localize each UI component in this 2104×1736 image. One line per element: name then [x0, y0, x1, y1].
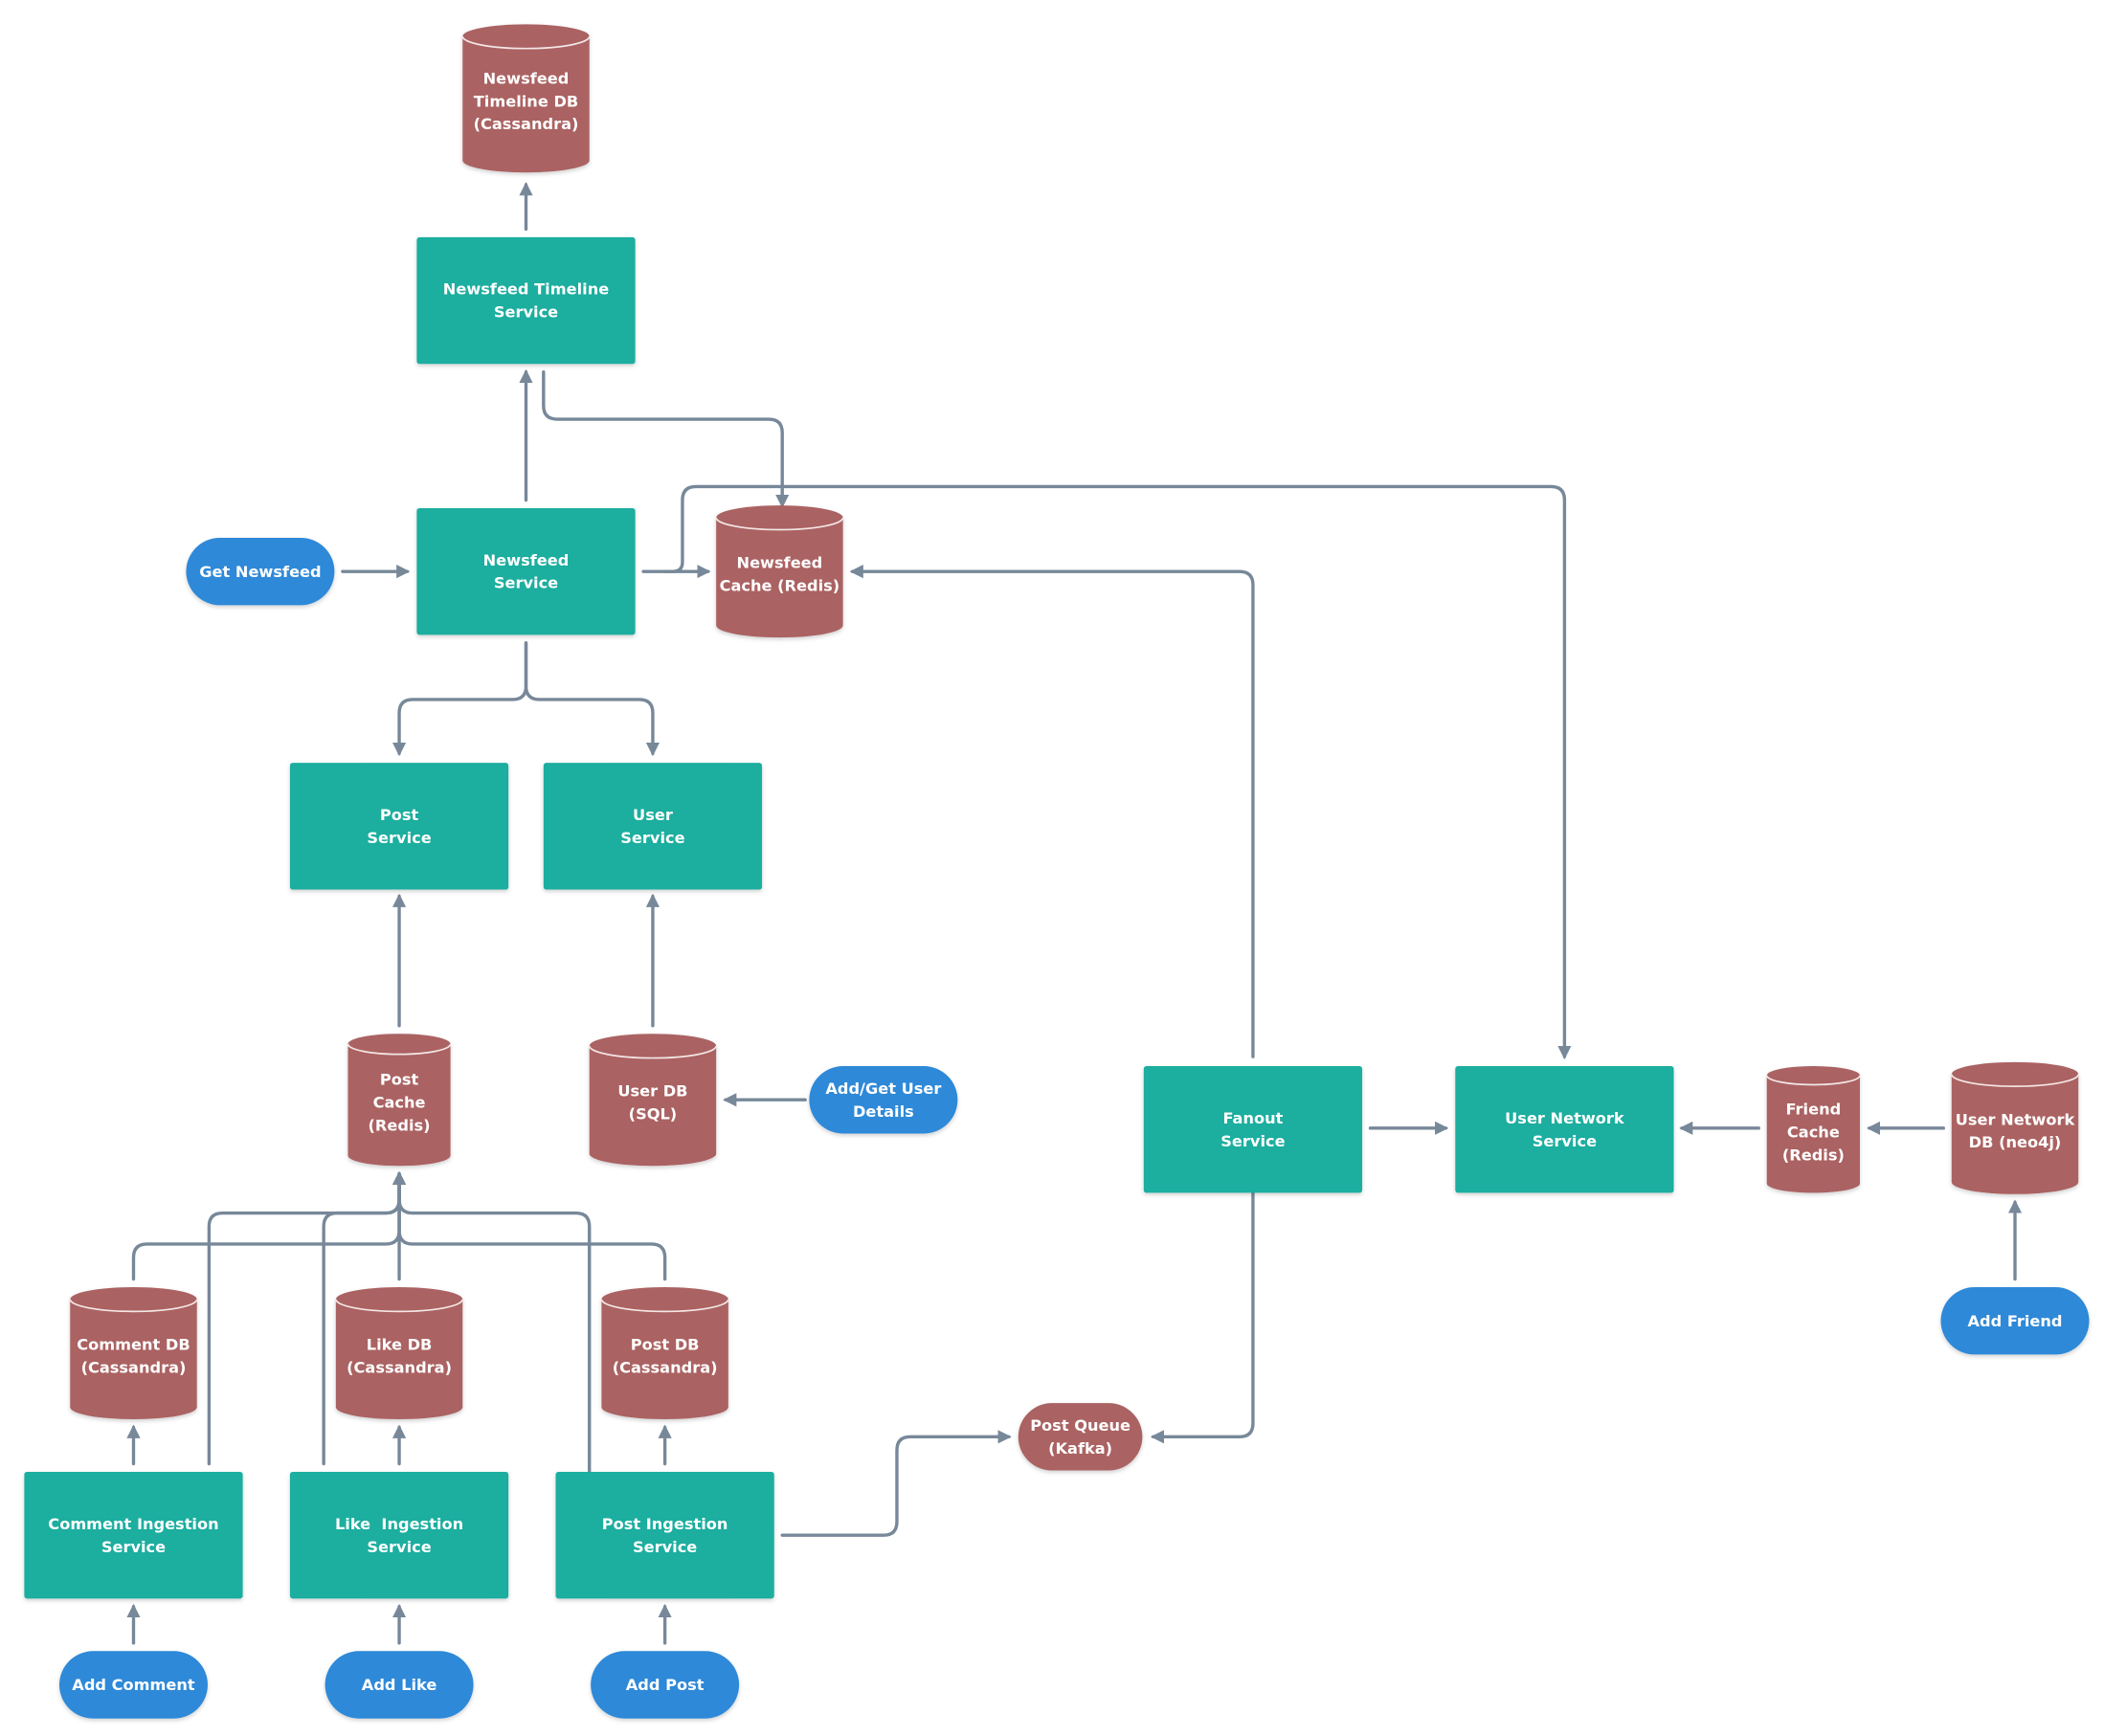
post-service-label-line: Post	[380, 806, 419, 824]
friend-cache-label-line: Friend	[1786, 1101, 1842, 1119]
newsfeed-service-label-line: Newsfeed	[483, 551, 570, 569]
friend-cache-label-line: Cache	[1787, 1124, 1840, 1142]
like-ingestion-label-line: Like Ingestion	[335, 1515, 463, 1533]
connector-newsfeed-service-to-post-service	[392, 641, 528, 757]
like-db-label-line: Like DB	[367, 1336, 433, 1354]
user-network-service-label-line: Service	[1533, 1132, 1597, 1150]
timeline-service-label-line: Newsfeed Timeline	[443, 280, 609, 299]
post-service-box: Post Service	[289, 763, 509, 890]
service-box-shape	[555, 1471, 774, 1599]
add-friend-label-line: Add Friend	[1968, 1312, 2063, 1330]
user-network-db-label-line: DB (neo4j)	[1969, 1133, 2062, 1151]
newsfeed-service-label-line: Service	[494, 574, 558, 592]
add-friend-button[interactable]: Add Friend	[1940, 1287, 2090, 1355]
like-db-label-line: (Cassandra)	[347, 1358, 452, 1376]
post-cache-database: Post Cache (Redis)	[347, 1034, 452, 1167]
post-cache-label-line: Cache	[373, 1094, 426, 1112]
comment-ingestion-label-line: Service	[101, 1538, 166, 1556]
post-db-label-line: (Cassandra)	[613, 1358, 718, 1376]
comment-ingestion-label-line: Comment Ingestion	[48, 1515, 218, 1533]
post-ingestion-label-line: Service	[633, 1538, 697, 1556]
connector-newsfeed-service-to-user-service	[524, 641, 660, 757]
user-service-box: User Service	[543, 763, 763, 890]
add-get-user-label-line: Details	[853, 1102, 914, 1121]
post-queue-label-line: (Kafka)	[1048, 1439, 1112, 1458]
add-comment-label-line: Add Comment	[72, 1676, 195, 1694]
post-cache-label-line: (Redis)	[369, 1117, 431, 1135]
add-get-user-button[interactable]: Add/Get User Details	[809, 1066, 958, 1134]
user-db-database: User DB (SQL)	[588, 1034, 718, 1167]
newsfeed-cache-database: Newsfeed Cache (Redis)	[715, 505, 844, 638]
post-service-label-line: Service	[367, 829, 431, 847]
add-like-button[interactable]: Add Like	[325, 1651, 474, 1719]
timeline-db-label-line: Timeline DB	[474, 92, 578, 110]
connector-post-db-to-post-cache	[392, 1170, 667, 1281]
newsfeed-service-box: Newsfeed Service	[416, 507, 636, 635]
fanout-service-label-line: Service	[1220, 1132, 1285, 1150]
service-box-shape	[416, 236, 636, 365]
service-box-shape	[543, 763, 763, 890]
nodes: NewsfeedTimeline DB(Cassandra)Newsfeed T…	[24, 24, 2090, 1719]
timeline-service-box: Newsfeed Timeline Service	[416, 236, 636, 365]
add-like-label-line: Add Like	[362, 1676, 437, 1694]
service-box-shape	[24, 1471, 243, 1599]
get-newsfeed-button[interactable]: Get Newsfeed	[186, 537, 335, 606]
newsfeed-cache-label-line: Cache (Redis)	[720, 577, 840, 595]
service-box-shape	[416, 507, 636, 635]
post-db-database: Post DB (Cassandra)	[600, 1287, 729, 1420]
timeline-db-label-line: (Cassandra)	[474, 115, 579, 133]
comment-db-database: Comment DB (Cassandra)	[69, 1287, 198, 1420]
user-service-label-line: Service	[620, 829, 684, 847]
post-cache-label-line: Post	[380, 1071, 419, 1089]
connector-comment-db-to-post-cache	[131, 1170, 407, 1281]
fanout-service-box: Fanout Service	[1143, 1066, 1363, 1193]
user-network-db-label-line: User Network	[1956, 1110, 2076, 1128]
add-post-label-line: Add Post	[626, 1676, 705, 1694]
post-ingestion-label-line: Post Ingestion	[602, 1515, 728, 1533]
post-db-label-line: Post DB	[631, 1336, 700, 1354]
user-service-label-line: User	[633, 806, 673, 824]
timeline-db-database: Newsfeed Timeline DB (Cassandra)	[461, 24, 591, 173]
timeline-service-label-line: Service	[494, 303, 558, 322]
newsfeed-cache-label-line: Newsfeed	[737, 554, 823, 572]
user-network-db-database: User Network DB (neo4j)	[1950, 1061, 2080, 1194]
queue-pill-shape	[1018, 1403, 1143, 1471]
like-ingestion-box: Like Ingestion Service	[289, 1471, 509, 1599]
add-comment-button[interactable]: Add Comment	[58, 1651, 208, 1719]
connector-fanout-service-to-post-queue	[1150, 1191, 1255, 1444]
user-network-service-label-line: User Network	[1505, 1109, 1625, 1127]
user-db-label-line: (SQL)	[629, 1105, 678, 1124]
post-queue-node: Post Queue (Kafka)	[1018, 1403, 1143, 1471]
like-db-database: Like DB (Cassandra)	[334, 1287, 464, 1420]
action-pill-shape	[809, 1066, 958, 1134]
post-queue-label-line: Post Queue	[1030, 1416, 1130, 1435]
user-db-label-line: User DB	[617, 1082, 687, 1101]
user-network-service-box: User Network Service	[1455, 1066, 1674, 1193]
connector-post-ingestion-to-post-queue	[780, 1430, 1012, 1537]
service-box-shape	[289, 1471, 509, 1599]
add-get-user-label-line: Add/Get User	[825, 1079, 941, 1098]
comment-ingestion-box: Comment Ingestion Service	[24, 1471, 243, 1599]
post-ingestion-box: Post Ingestion Service	[555, 1471, 774, 1599]
add-post-button[interactable]: Add Post	[591, 1651, 740, 1719]
system-design-diagram: NewsfeedTimeline DB(Cassandra)Newsfeed T…	[24, 24, 2090, 1719]
get-newsfeed-label-line: Get Newsfeed	[199, 563, 321, 581]
service-box-shape	[1455, 1066, 1674, 1193]
connector-fanout-service-to-newsfeed-cache	[849, 565, 1255, 1058]
comment-db-label-line: Comment DB	[77, 1336, 190, 1354]
friend-cache-database: Friend Cache (Redis)	[1765, 1066, 1861, 1193]
like-ingestion-label-line: Service	[367, 1538, 431, 1556]
service-box-shape	[289, 763, 509, 890]
service-box-shape	[1143, 1066, 1363, 1193]
friend-cache-label-line: (Redis)	[1782, 1146, 1845, 1165]
comment-db-label-line: (Cassandra)	[81, 1358, 187, 1376]
timeline-db-label-line: Newsfeed	[483, 69, 570, 87]
fanout-service-label-line: Fanout	[1222, 1109, 1283, 1127]
